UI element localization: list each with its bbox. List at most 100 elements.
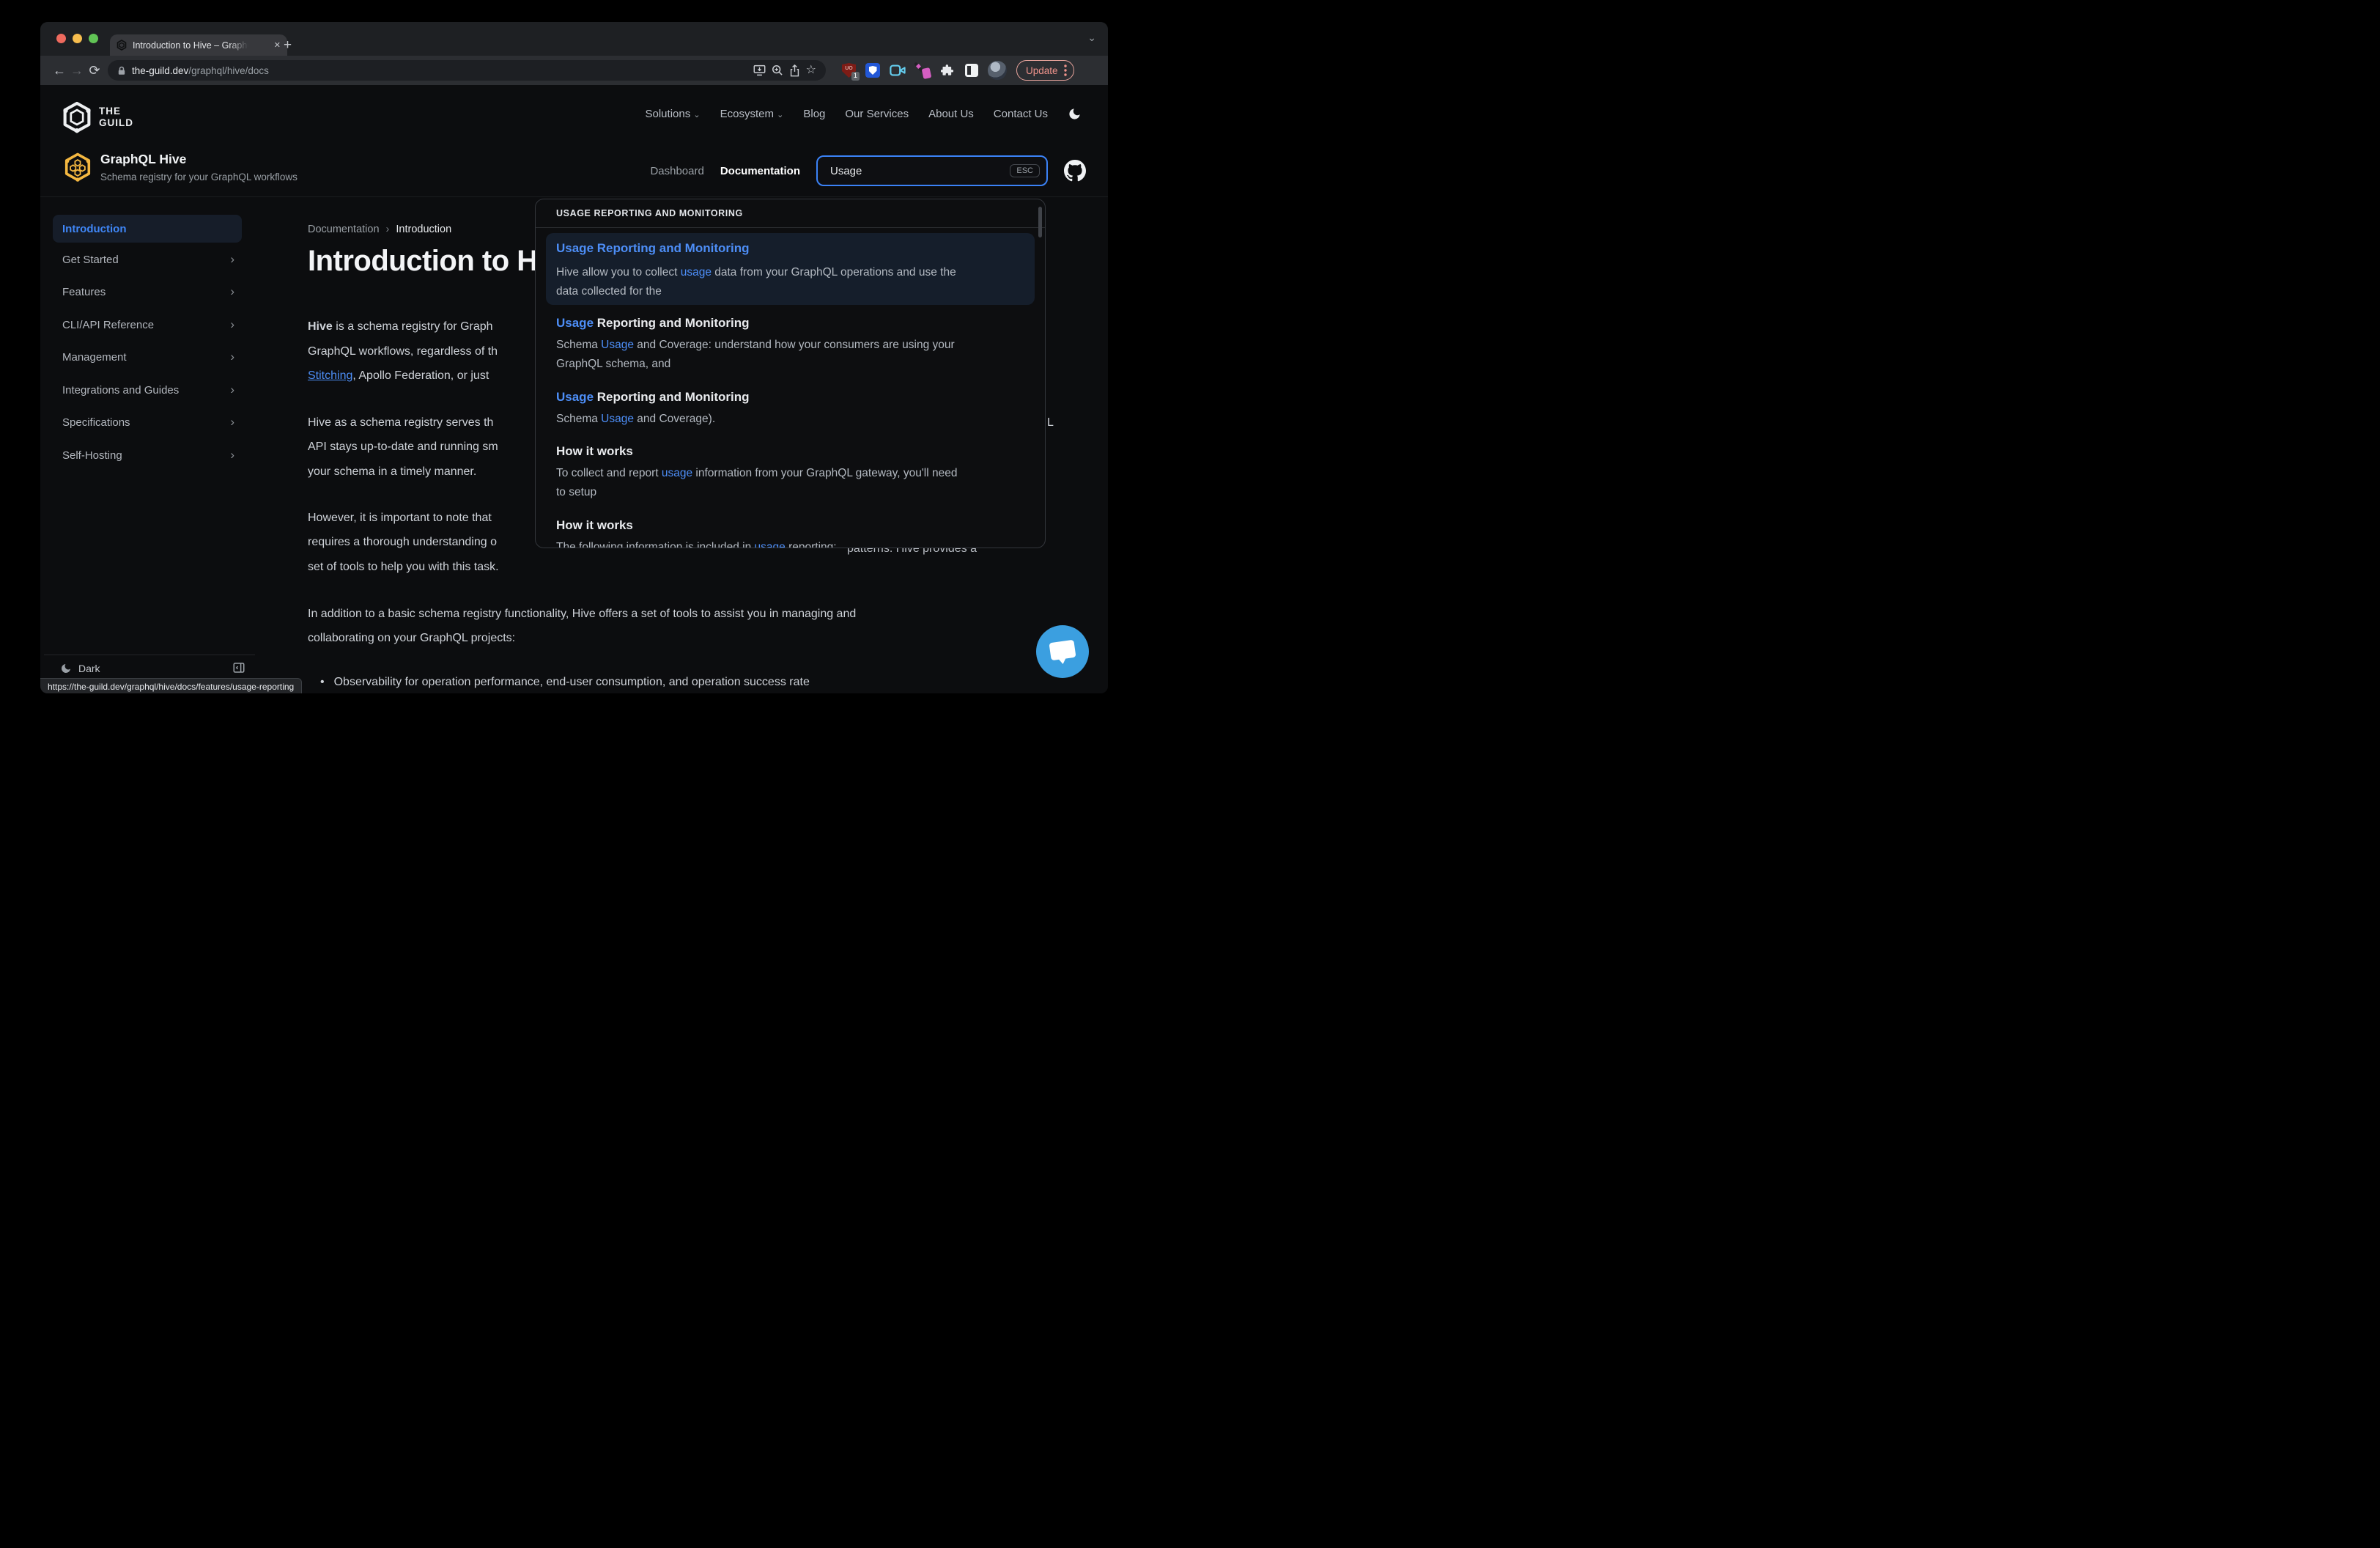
chevron-right-icon: ›	[230, 415, 234, 430]
zoom-window-button[interactable]	[89, 34, 98, 43]
browser-tab[interactable]: Introduction to Hive – GraphQL ✕	[110, 34, 287, 56]
url-path: /graphql/hive/docs	[188, 65, 269, 76]
dropdown-divider	[536, 227, 1045, 228]
text-fragment: L	[1047, 416, 1054, 430]
sidebar-item-introduction[interactable]: Introduction	[53, 215, 242, 243]
chevron-right-icon: ›	[230, 448, 234, 462]
hive-logo-block[interactable]: GraphQL Hive Schema registry for your Gr…	[64, 152, 298, 183]
tab-title-fade	[229, 40, 248, 51]
address-bar[interactable]: the-guild.dev/graphql/hive/docs ☆	[108, 60, 826, 81]
search-result-body: to setup	[556, 486, 596, 499]
nav-about-us[interactable]: About Us	[928, 108, 974, 120]
nav-ecosystem[interactable]: Ecosystem ⌄	[720, 108, 784, 120]
chevron-down-icon: ⌄	[693, 111, 700, 119]
paragraph-line: requires a thorough understanding o	[308, 536, 497, 549]
theme-label: Dark	[78, 663, 100, 674]
tab-title: Introduction to Hive – GraphQL	[133, 40, 248, 51]
chevron-right-icon: ›	[230, 317, 234, 332]
theme-toggle[interactable]: Dark	[60, 663, 100, 674]
sidebar-item-specifications[interactable]: Specifications›	[53, 410, 242, 435]
nav-contact-us[interactable]: Contact Us	[994, 108, 1048, 120]
search-result-body: Schema Usage and Coverage: understand ho…	[556, 339, 955, 352]
search-result-body: Hive allow you to collect usage data fro…	[556, 266, 956, 279]
nav-documentation[interactable]: Documentation	[720, 165, 800, 177]
ublock-extension-icon[interactable]: UO 1	[842, 63, 856, 78]
search-result-title[interactable]: Usage Reporting and Monitoring	[556, 316, 750, 331]
search-box[interactable]: ESC	[816, 155, 1048, 186]
sidebar-item-management[interactable]: Management›	[53, 344, 242, 369]
chevron-right-icon: ›	[230, 284, 234, 299]
tab-close-icon[interactable]: ✕	[274, 40, 281, 50]
search-result-body: To collect and report usage information …	[556, 467, 957, 480]
breadcrumb-section[interactable]: Documentation	[308, 224, 380, 235]
guild-hexagon-icon	[62, 101, 92, 133]
new-tab-button[interactable]: +	[284, 37, 292, 54]
collapse-sidebar-icon[interactable]	[232, 661, 245, 674]
guild-favicon-icon	[117, 40, 127, 51]
chat-widget-button[interactable]	[1036, 625, 1089, 678]
paragraph-line: Hive as a schema registry serves th	[308, 416, 493, 430]
highlighter-extension-icon[interactable]	[915, 62, 931, 78]
browser-window: Introduction to Hive – GraphQL ✕ + ⌄ ← →…	[40, 22, 1108, 693]
guild-logo[interactable]: THEGUILD	[62, 101, 133, 133]
sidebar-item-get-started[interactable]: Get Started›	[53, 247, 242, 272]
nav-solutions[interactable]: Solutions ⌄	[646, 108, 701, 120]
loom-extension-icon[interactable]	[890, 64, 906, 76]
chevron-right-icon: ›	[230, 383, 234, 397]
lock-icon	[117, 66, 126, 75]
install-app-icon[interactable]	[753, 64, 766, 76]
hive-hexagon-icon	[64, 152, 91, 183]
forward-icon[interactable]: →	[68, 63, 86, 78]
theme-moon-icon[interactable]	[1068, 107, 1082, 121]
search-input[interactable]	[829, 164, 1010, 178]
close-window-button[interactable]	[56, 34, 66, 43]
sidepanel-extension-icon[interactable]	[965, 64, 978, 77]
paragraph-line: set of tools to help you with this task.	[308, 561, 499, 574]
browser-toolbar: ← → ⟳ the-guild.dev/graphql/hive/docs ☆ …	[40, 56, 1108, 85]
bitwarden-extension-icon[interactable]	[865, 63, 880, 78]
moon-icon	[60, 663, 72, 674]
search-result-body: Schema Usage and Coverage).	[556, 413, 715, 426]
header-divider	[40, 196, 1108, 197]
dropdown-scrollbar[interactable]	[1038, 207, 1042, 237]
sidebar-item-features[interactable]: Features›	[53, 279, 242, 304]
search-result-title[interactable]: How it works	[556, 518, 633, 533]
update-button[interactable]: Update	[1016, 60, 1074, 81]
bookmark-star-icon[interactable]: ☆	[806, 64, 816, 76]
search-result-body: data collected for the	[556, 285, 662, 298]
paragraph-line: Hive is a schema registry for Graph	[308, 320, 493, 333]
search-result-title[interactable]: Usage Reporting and Monitoring	[556, 390, 750, 405]
profile-avatar[interactable]	[988, 61, 1007, 80]
results-section-header: USAGE REPORTING AND MONITORING	[556, 208, 743, 218]
paragraph-line: In addition to a basic schema registry f…	[308, 608, 856, 621]
window-controls	[56, 34, 98, 43]
nav-our-services[interactable]: Our Services	[845, 108, 909, 120]
search-result-title[interactable]: How it works	[556, 444, 633, 459]
sidebar-item-integrations-and-guides[interactable]: Integrations and Guides›	[53, 377, 242, 402]
search-result-body: GraphQL schema, and	[556, 358, 670, 371]
github-icon[interactable]	[1064, 160, 1086, 182]
extensions-puzzle-icon[interactable]	[941, 63, 956, 78]
nav-blog[interactable]: Blog	[803, 108, 825, 120]
sidebar-item-self-hosting[interactable]: Self-Hosting›	[53, 443, 242, 468]
stitching-link[interactable]: Stitching	[308, 369, 352, 382]
ublock-badge: 1	[851, 72, 860, 81]
zoom-page-icon[interactable]	[772, 64, 783, 76]
chat-bubble-tail	[1057, 657, 1067, 665]
sidebar-item-cli-api-reference[interactable]: CLI/API Reference›	[53, 312, 242, 337]
hive-title: GraphQL Hive	[100, 152, 298, 167]
tab-search-chevron-icon[interactable]: ⌄	[1087, 32, 1096, 44]
guild-nav: Solutions ⌄ Ecosystem ⌄ Blog Our Service…	[646, 107, 1082, 121]
back-icon[interactable]: ←	[51, 63, 68, 78]
reload-icon[interactable]: ⟳	[86, 63, 103, 78]
chevron-down-icon: ⌄	[777, 111, 783, 119]
paragraph-line: your schema in a timely manner.	[308, 465, 476, 479]
minimize-window-button[interactable]	[73, 34, 82, 43]
share-icon[interactable]	[789, 64, 800, 77]
nav-dashboard[interactable]: Dashboard	[650, 165, 703, 177]
paragraph-line: Stitching, Apollo Federation, or just	[308, 369, 489, 383]
search-result-body: The following information is included in…	[556, 541, 837, 548]
hive-header-nav: Dashboard Documentation ESC	[650, 155, 1086, 186]
browser-menu-icon[interactable]	[1064, 64, 1067, 76]
search-result-title[interactable]: Usage Reporting and Monitoring	[556, 241, 750, 256]
